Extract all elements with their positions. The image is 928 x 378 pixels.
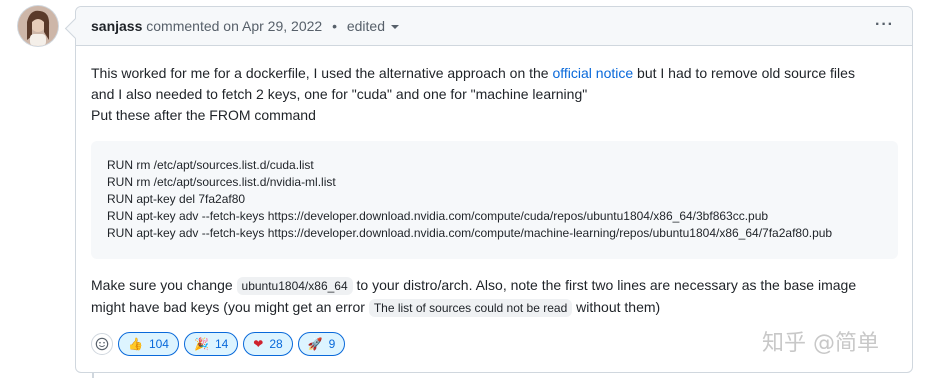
code-line: RUN apt-key del 7fa2af80 xyxy=(107,192,246,206)
edited-label: edited xyxy=(346,18,386,34)
code-line: RUN apt-key adv --fetch-keys https://dev… xyxy=(107,209,769,223)
code-line: RUN rm /etc/apt/sources.list.d/cuda.list xyxy=(107,158,314,172)
paragraph-text: and I also needed to fetch 2 keys, one f… xyxy=(91,86,588,102)
reactions-bar: 👍 104 🎉 14 ❤ 28 🚀 9 xyxy=(91,332,346,356)
comment-paragraph-2: Make sure you change ubuntu1804/x86_64 t… xyxy=(91,275,906,319)
zhihu-watermark: 知乎 @简单 xyxy=(762,331,879,356)
reaction-rocket-button[interactable]: 🚀 9 xyxy=(297,332,346,356)
paragraph-text: but I had to remove old source files xyxy=(633,65,855,81)
reaction-thumbs-up-button[interactable]: 👍 104 xyxy=(118,332,179,356)
reaction-count: 14 xyxy=(214,337,229,351)
reaction-count: 104 xyxy=(148,337,169,351)
author-name[interactable]: sanjass xyxy=(91,18,142,34)
avatar[interactable] xyxy=(18,6,58,46)
tada-icon: 🎉 xyxy=(193,337,209,351)
reaction-count: 9 xyxy=(328,337,336,351)
inline-code: ubuntu1804/x86_64 xyxy=(236,277,353,295)
reaction-heart-button[interactable]: ❤ 28 xyxy=(243,332,293,356)
reaction-tada-button[interactable]: 🎉 14 xyxy=(183,332,239,356)
separator-dot: • xyxy=(332,18,337,34)
smiley-icon xyxy=(95,337,109,351)
code-block: RUN rm /etc/apt/sources.list.d/cuda.list… xyxy=(91,141,898,259)
paragraph-text: might have bad keys (you might get an er… xyxy=(91,299,369,315)
heart-icon: ❤ xyxy=(253,337,264,351)
official-notice-link[interactable]: official notice xyxy=(552,65,633,81)
comment-header: sanjass commented on Apr 29, 2022 • edit… xyxy=(76,7,912,46)
inline-code: The list of sources could not be read xyxy=(368,299,573,317)
edited-dropdown[interactable]: edited xyxy=(346,18,400,34)
code-line: RUN apt-key adv --fetch-keys https://dev… xyxy=(107,226,833,240)
thumbs-up-icon: 👍 xyxy=(128,337,143,351)
paragraph-text: without them) xyxy=(572,299,661,315)
paragraph-text: Make sure you change xyxy=(91,277,237,293)
reaction-count: 28 xyxy=(269,337,283,351)
paragraph-text: to your distro/arch. Also, note the firs… xyxy=(352,277,857,293)
add-reaction-button[interactable] xyxy=(91,333,113,355)
paragraph-text: Put these after the FROM command xyxy=(91,107,316,123)
comment-paragraph-1: This worked for me for a dockerfile, I u… xyxy=(91,63,906,126)
chevron-down-icon xyxy=(391,25,400,30)
paragraph-text: This worked for me for a dockerfile, I u… xyxy=(91,65,553,81)
avatar-image xyxy=(18,6,58,46)
more-options-icon[interactable]: ··· xyxy=(875,16,894,34)
comment-action: commented on xyxy=(146,18,239,34)
comment-card: sanjass commented on Apr 29, 2022 • edit… xyxy=(64,6,913,373)
rocket-icon: 🚀 xyxy=(307,337,323,351)
comment-date[interactable]: Apr 29, 2022 xyxy=(242,18,322,34)
code-line: RUN rm /etc/apt/sources.list.d/nvidia-ml… xyxy=(107,175,336,189)
